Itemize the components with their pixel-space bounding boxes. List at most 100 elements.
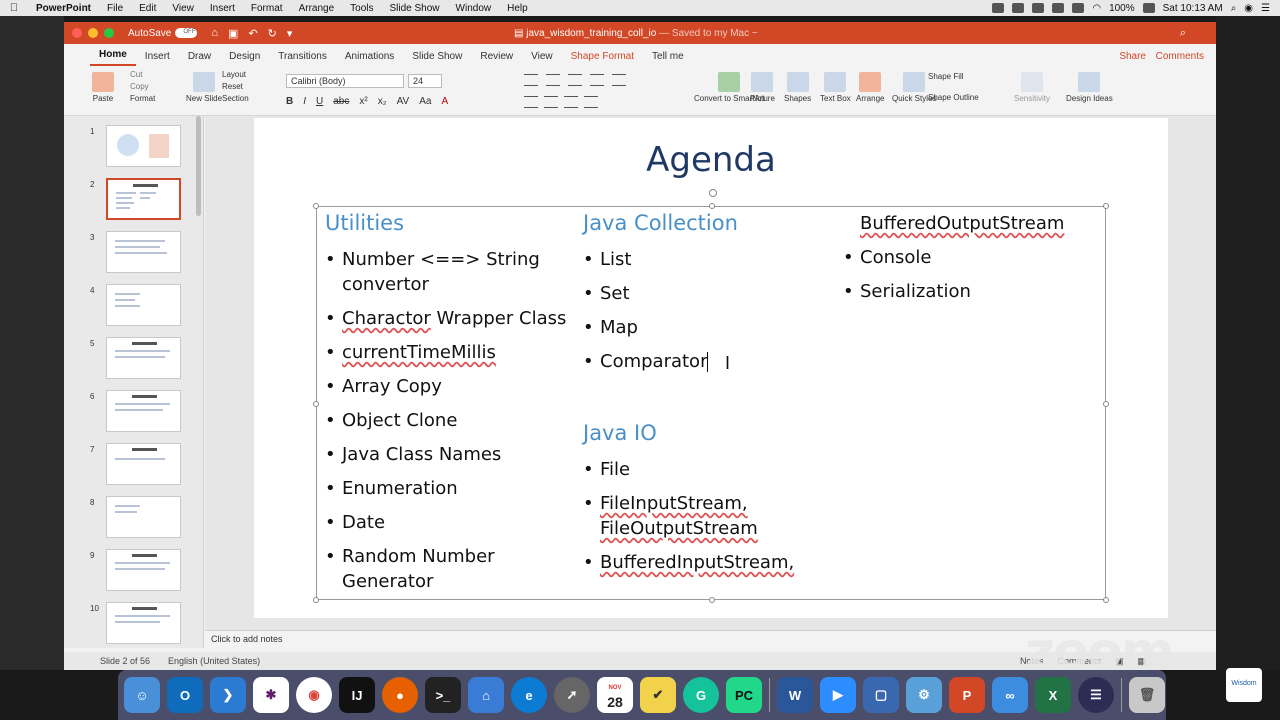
comments-button[interactable]: Comments: [1156, 51, 1204, 62]
bluetooth-icon[interactable]: [1072, 3, 1085, 13]
tab-review[interactable]: Review: [471, 51, 522, 66]
apple-icon[interactable]: : [0, 2, 28, 14]
underline-button[interactable]: U: [316, 96, 323, 107]
zoom-icon[interactable]: ▶: [820, 677, 856, 713]
chrome-icon[interactable]: ◉: [296, 677, 332, 713]
wifi-icon[interactable]: ◠: [1092, 3, 1101, 14]
share-button[interactable]: Share: [1119, 51, 1146, 62]
resize-handle[interactable]: [1103, 401, 1109, 407]
font-size-select[interactable]: 24: [408, 74, 442, 88]
slide-thumbnail-1[interactable]: 1: [64, 125, 203, 175]
cut-button[interactable]: Cut: [130, 70, 155, 79]
undo-icon[interactable]: ↶: [248, 27, 257, 40]
cloud-icon[interactable]: [992, 3, 1005, 13]
tab-view[interactable]: View: [522, 51, 562, 66]
slide-thumbnail-7[interactable]: 7: [64, 443, 203, 493]
menu-window[interactable]: Window: [448, 3, 500, 14]
home-icon[interactable]: ⌂: [211, 27, 218, 40]
shield-icon[interactable]: [1052, 3, 1065, 13]
autosave-toggle[interactable]: [175, 28, 198, 38]
slack-icon[interactable]: ✱: [253, 677, 289, 713]
menu-file[interactable]: File: [99, 3, 131, 14]
vpn-icon[interactable]: ∞: [992, 677, 1028, 713]
align-right-button[interactable]: [564, 96, 578, 108]
section-button[interactable]: Section: [222, 94, 249, 103]
launchpad-icon[interactable]: ➚: [554, 677, 590, 713]
tab-draw[interactable]: Draw: [179, 51, 220, 66]
clock[interactable]: Sat 10:13 AM: [1163, 3, 1223, 14]
battery-icon[interactable]: [1142, 3, 1155, 13]
layout-button[interactable]: Layout: [222, 70, 249, 79]
search-icon[interactable]: ⌕: [1180, 27, 1186, 40]
copy-button[interactable]: Copy: [130, 82, 155, 91]
terminal-icon[interactable]: >_: [425, 677, 461, 713]
language-indicator[interactable]: English (United States): [168, 656, 260, 666]
eclipse-icon[interactable]: ☰: [1078, 677, 1114, 713]
redo-icon[interactable]: ↻: [268, 27, 277, 40]
tab-slide-show[interactable]: Slide Show: [403, 51, 471, 66]
tab-home[interactable]: Home: [90, 49, 136, 66]
slide-thumbnail-4[interactable]: 4: [64, 284, 203, 334]
font-name-select[interactable]: Calibri (Body): [286, 74, 404, 88]
decrease-indent-button[interactable]: [568, 74, 582, 86]
shapes-button[interactable]: Shapes: [784, 72, 811, 103]
arrange-button[interactable]: Arrange: [856, 72, 884, 103]
slide-title[interactable]: Agenda: [254, 140, 1168, 180]
pycharm-icon[interactable]: PC: [726, 677, 762, 713]
paste-button[interactable]: Paste: [92, 72, 114, 103]
firefox-icon[interactable]: ●: [382, 677, 418, 713]
format-painter-button[interactable]: Format: [130, 94, 155, 103]
slide-thumbnail-10[interactable]: 10: [64, 602, 203, 648]
rotate-handle[interactable]: [709, 189, 717, 197]
menu-tools[interactable]: Tools: [342, 3, 381, 14]
customize-icon[interactable]: ▾: [287, 27, 293, 40]
resize-handle[interactable]: [709, 203, 715, 209]
char-spacing-button[interactable]: AV: [397, 96, 410, 107]
increase-indent-button[interactable]: [590, 74, 604, 86]
resize-handle[interactable]: [1103, 597, 1109, 603]
tab-transitions[interactable]: Transitions: [269, 51, 336, 66]
autosave[interactable]: AutoSave: [128, 28, 198, 39]
outlook-icon[interactable]: O: [167, 677, 203, 713]
content-text-box[interactable]: Utilities Number <==> String convertor C…: [313, 189, 1109, 603]
menu-insert[interactable]: Insert: [202, 3, 243, 14]
design-ideas-button[interactable]: Design Ideas: [1066, 72, 1113, 103]
menu-arrange[interactable]: Arrange: [291, 3, 343, 14]
eye-icon[interactable]: [1032, 3, 1045, 13]
resize-handle[interactable]: [1103, 203, 1109, 209]
virtualbox-icon[interactable]: ▢: [863, 677, 899, 713]
slide[interactable]: Agenda Utilities Number <==> String conv…: [254, 118, 1168, 618]
grammarly-icon[interactable]: G: [683, 677, 719, 713]
intellij-icon[interactable]: IJ: [339, 677, 375, 713]
font-color-button[interactable]: A: [441, 96, 448, 107]
tasks-icon[interactable]: ✔: [640, 677, 676, 713]
tab-insert[interactable]: Insert: [136, 51, 179, 66]
save-icon[interactable]: ▣: [228, 27, 238, 40]
reset-button[interactable]: Reset: [222, 82, 249, 91]
menu-edit[interactable]: Edit: [131, 3, 164, 14]
notification-center-icon[interactable]: ☰: [1261, 3, 1270, 14]
close-window-button[interactable]: [72, 28, 82, 38]
finder-icon[interactable]: ☺: [124, 677, 160, 713]
bullets-button[interactable]: [524, 74, 538, 86]
system-preferences-icon[interactable]: ⚙: [906, 677, 942, 713]
text-box-button[interactable]: Text Box: [820, 72, 851, 103]
italic-button[interactable]: I: [303, 96, 306, 107]
siri-icon[interactable]: ◉: [1244, 3, 1253, 14]
word-icon[interactable]: W: [777, 677, 813, 713]
strikethrough-button[interactable]: abc: [333, 96, 349, 107]
menu-slide-show[interactable]: Slide Show: [382, 3, 448, 14]
menu-app-name[interactable]: PowerPoint: [28, 3, 99, 14]
shape-outline-button[interactable]: Shape Outline: [928, 93, 979, 102]
calendar-icon[interactable]: NOV 28: [597, 677, 633, 713]
spotlight-icon[interactable]: ⌕: [1231, 3, 1237, 14]
edge-icon[interactable]: e: [511, 677, 547, 713]
slide-thumbnail-3[interactable]: 3: [64, 231, 203, 281]
slide-thumbnail-9[interactable]: 9: [64, 549, 203, 599]
tab-design[interactable]: Design: [220, 51, 269, 66]
tab-animations[interactable]: Animations: [336, 51, 403, 66]
picture-button[interactable]: Picture: [750, 72, 775, 103]
tab-tell-me[interactable]: Tell me: [643, 51, 693, 66]
subscript-button[interactable]: x₂: [378, 96, 387, 107]
slide-thumbnail-5[interactable]: 5: [64, 337, 203, 387]
